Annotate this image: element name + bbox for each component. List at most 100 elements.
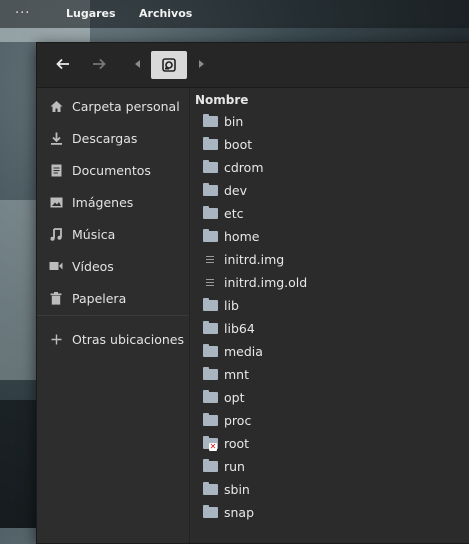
folder-icon	[203, 413, 218, 428]
sidebar-item-label: Documentos	[72, 162, 151, 178]
chevron-right-icon	[199, 60, 204, 68]
item-name: initrd.img	[224, 252, 285, 267]
item-name: initrd.img.old	[224, 275, 308, 290]
list-item[interactable]: dev	[190, 179, 469, 202]
item-name: proc	[224, 413, 252, 428]
folder-icon	[203, 482, 218, 497]
folder-icon	[203, 344, 218, 359]
sidebar-item-label: Otras ubicaciones	[72, 331, 185, 347]
path-scroll-left-button[interactable]	[131, 51, 145, 77]
document-icon	[49, 163, 63, 177]
list-item[interactable]: opt	[190, 386, 469, 409]
list-item[interactable]: boot	[190, 133, 469, 156]
file-icon	[203, 275, 218, 290]
list-item[interactable]: lib	[190, 294, 469, 317]
path-root-button[interactable]	[151, 51, 187, 79]
wallpaper-light-strip	[0, 200, 36, 380]
top-bar: ··· Lugares Archivos	[0, 0, 469, 28]
sidebar-item-music[interactable]: Música	[37, 221, 189, 247]
sidebar-item-downloads[interactable]: Descargas	[37, 125, 189, 151]
list-item[interactable]: cdrom	[190, 156, 469, 179]
no-access-badge-icon: ✕	[209, 442, 217, 451]
locked-folder-icon: ✕	[203, 436, 218, 451]
item-name: snap	[224, 505, 255, 520]
menu-places[interactable]: Lugares	[66, 7, 116, 20]
item-name: sbin	[224, 482, 250, 497]
list-item[interactable]: media	[190, 340, 469, 363]
list-item[interactable]: etc	[190, 202, 469, 225]
sidebar-item-documents[interactable]: Documentos	[37, 157, 189, 183]
item-name: home	[224, 229, 260, 244]
sidebar-item-videos[interactable]: Vídeos	[37, 253, 189, 279]
item-name: opt	[224, 390, 245, 405]
sidebar-item-label: Descargas	[72, 130, 138, 146]
header-bar	[37, 43, 469, 88]
arrow-right-icon	[93, 58, 106, 70]
column-header-name[interactable]: Nombre	[195, 93, 248, 107]
sidebar-item-pictures[interactable]: Imágenes	[37, 189, 189, 215]
hard-disk-icon	[162, 58, 176, 72]
folder-icon	[203, 137, 218, 152]
home-icon	[49, 99, 63, 113]
item-name: media	[224, 344, 263, 359]
list-item[interactable]: proc	[190, 409, 469, 432]
sidebar-item-label: Música	[72, 226, 116, 242]
sidebar-item-other-locations[interactable]: Otras ubicaciones	[37, 326, 189, 352]
item-name: run	[224, 459, 245, 474]
item-name: boot	[224, 137, 253, 152]
item-name: cdrom	[224, 160, 264, 175]
folder-icon	[203, 206, 218, 221]
sidebar-item-trash[interactable]: Papelera	[37, 285, 189, 311]
image-icon	[49, 195, 63, 209]
download-icon	[49, 131, 63, 145]
sidebar-item-label: Carpeta personal	[72, 98, 180, 114]
folder-icon	[203, 160, 218, 175]
item-name: bin	[224, 114, 244, 129]
item-name: etc	[224, 206, 244, 221]
folder-icon	[203, 390, 218, 405]
chevron-left-icon	[135, 60, 140, 68]
item-name: mnt	[224, 367, 249, 382]
dots-icon[interactable]: ···	[15, 6, 30, 21]
list-item[interactable]: bin	[190, 110, 469, 133]
trash-icon	[49, 291, 63, 305]
sidebar-item-label: Imágenes	[72, 194, 134, 210]
forward-button[interactable]	[87, 51, 111, 77]
video-icon	[49, 259, 63, 273]
list-item[interactable]: initrd.img.old	[190, 271, 469, 294]
folder-icon	[203, 183, 218, 198]
folder-icon	[203, 298, 218, 313]
folder-icon	[203, 321, 218, 336]
item-name: dev	[224, 183, 248, 198]
folder-icon	[203, 367, 218, 382]
sidebar-separator	[37, 315, 189, 316]
list-item[interactable]: mnt	[190, 363, 469, 386]
music-icon	[49, 227, 63, 241]
item-name: lib64	[224, 321, 255, 336]
file-list: Nombre bin boot cdrom dev etc home initr…	[190, 88, 469, 543]
list-item[interactable]: initrd.img	[190, 248, 469, 271]
wallpaper-dark-area	[0, 400, 36, 528]
back-button[interactable]	[51, 51, 75, 77]
list-item[interactable]: run	[190, 455, 469, 478]
sidebar-item-home[interactable]: Carpeta personal	[37, 93, 189, 119]
plus-icon	[49, 332, 63, 346]
item-name: lib	[224, 298, 239, 313]
sidebar: Carpeta personal Descargas Documentos Im…	[37, 88, 190, 543]
folder-icon	[203, 459, 218, 474]
sidebar-item-label: Papelera	[72, 290, 127, 306]
list-item[interactable]: snap	[190, 501, 469, 524]
menu-files[interactable]: Archivos	[139, 7, 192, 20]
file-icon	[203, 252, 218, 267]
list-item[interactable]: sbin	[190, 478, 469, 501]
folder-icon	[203, 229, 218, 244]
list-item[interactable]: ✕ root	[190, 432, 469, 455]
folder-icon	[203, 505, 218, 520]
sidebar-item-label: Vídeos	[72, 258, 114, 274]
list-item[interactable]: home	[190, 225, 469, 248]
folder-icon	[203, 114, 218, 129]
item-name: root	[224, 436, 250, 451]
arrow-left-icon	[56, 58, 69, 70]
path-scroll-right-button[interactable]	[194, 51, 208, 77]
list-item[interactable]: lib64	[190, 317, 469, 340]
